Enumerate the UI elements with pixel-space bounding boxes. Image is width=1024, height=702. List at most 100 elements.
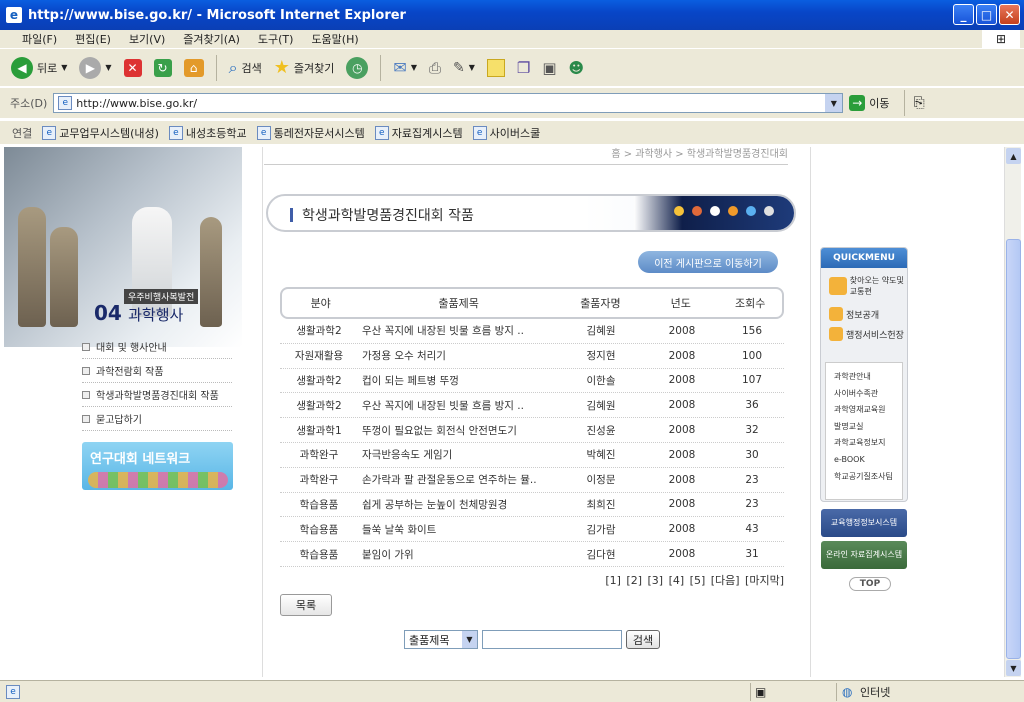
address-dropdown-icon[interactable]: ▼ bbox=[825, 94, 843, 112]
page-icon: e bbox=[256, 125, 271, 140]
link-label: 통레전자문서시스템 bbox=[273, 126, 365, 140]
link-item[interactable]: e 사이버스쿨 bbox=[472, 125, 540, 141]
cell-title[interactable]: 쉽게 공부하는 눈높이 천체망원경 bbox=[358, 497, 558, 512]
page-icon: e bbox=[168, 125, 183, 140]
favorites-button[interactable]: ★ 즐겨찾기 bbox=[271, 55, 338, 80]
link-item[interactable]: e 자료집계시스템 bbox=[374, 125, 463, 141]
search-button[interactable]: ⌕ 검색 bbox=[226, 56, 265, 80]
table-row[interactable]: 학습용품 쉽게 공부하는 눈높이 천체망원경 최희진 2008 23 bbox=[280, 493, 784, 518]
page-icon: e bbox=[42, 125, 57, 140]
quick-item-map[interactable]: 찾아오는 약도및교통편 bbox=[821, 268, 907, 304]
map-icon bbox=[829, 277, 847, 295]
cell-field: 학습용품 bbox=[299, 498, 339, 511]
cell-views: 23 bbox=[745, 498, 759, 511]
search-field-select[interactable]: 출품제목 ▼ bbox=[404, 630, 478, 649]
quick-link[interactable]: 과학교육정보지 bbox=[826, 435, 902, 452]
cell-title[interactable]: 컵이 되는 페트병 뚜껑 bbox=[358, 373, 558, 388]
section-number: 04 bbox=[94, 301, 122, 325]
cell-author: 정지현 bbox=[586, 350, 616, 363]
go-button[interactable]: → 이동 bbox=[849, 95, 890, 111]
home-button[interactable]: ⌂ bbox=[181, 57, 207, 79]
scroll-thumb[interactable] bbox=[1006, 239, 1021, 659]
quick-link[interactable]: 과학영재교육원 bbox=[826, 402, 902, 419]
links-label: 연결 bbox=[12, 126, 33, 140]
online-data-system-button[interactable]: 온라인 자료집계시스템 bbox=[821, 541, 907, 569]
forward-button[interactable]: ▶ ▼ bbox=[76, 55, 114, 81]
prev-board-button[interactable]: 이전 게시판으로 이동하기 bbox=[638, 251, 778, 273]
menu-view[interactable]: 보기(V) bbox=[129, 31, 165, 47]
quick-item-charter[interactable]: 행정서비스헌장 bbox=[821, 324, 907, 344]
quick-link[interactable]: 학교공기질조사팀 bbox=[826, 469, 902, 486]
messenger-button[interactable]: ☻ bbox=[566, 57, 588, 79]
edit-button[interactable]: ✎ ▼ bbox=[450, 58, 478, 78]
cell-title[interactable]: 뚜껑이 필요없는 회전식 안전면도기 bbox=[358, 423, 558, 438]
side-menu-item[interactable]: 묻고답하기 bbox=[82, 407, 232, 431]
table-row[interactable]: 학습용품 들쑥 날쑥 화이트 김가람 2008 43 bbox=[280, 517, 784, 543]
refresh-button[interactable]: ↻ bbox=[151, 57, 175, 79]
note-button[interactable] bbox=[484, 57, 508, 79]
link-item[interactable]: e 내성초등학교 bbox=[168, 125, 247, 141]
table-row[interactable]: 학습용품 붙임이 가위 김다현 2008 31 bbox=[280, 542, 784, 567]
table-row[interactable]: 과학완구 자극반응속도 게임기 박혜진 2008 30 bbox=[280, 443, 784, 468]
quick-link[interactable]: 과학관안내 bbox=[826, 369, 902, 386]
menu-favorites[interactable]: 즐겨찾기(A) bbox=[183, 31, 240, 47]
menu-file[interactable]: 파일(F) bbox=[22, 31, 57, 47]
scroll-up-icon[interactable]: ▲ bbox=[1006, 148, 1021, 164]
menu-tools[interactable]: 도구(T) bbox=[258, 31, 294, 47]
mail-button[interactable]: ✉ ▼ bbox=[390, 56, 420, 79]
cell-views: 107 bbox=[741, 374, 763, 387]
history-icon: ◷ bbox=[346, 56, 369, 79]
address-input[interactable]: e http://www.bise.go.kr/ ▼ bbox=[53, 93, 844, 113]
close-button[interactable]: ✕ bbox=[999, 4, 1020, 25]
quick-link[interactable]: e-BOOK bbox=[826, 452, 902, 469]
table-row[interactable]: 자원재활용 가정용 오수 처리기 정지현 2008 100 bbox=[280, 344, 784, 369]
table-row[interactable]: 생활과학2 우산 꼭지에 내장된 빗물 흐름 방지 .. 김혜원 2008 156 bbox=[280, 319, 784, 344]
maximize-button[interactable]: □ bbox=[976, 4, 997, 25]
history-button[interactable]: ◷ bbox=[343, 55, 371, 81]
cell-title[interactable]: 우산 꼭지에 내장된 빗물 흐름 방지 .. bbox=[358, 398, 558, 413]
quick-item-info[interactable]: 정보공개 bbox=[821, 304, 907, 324]
cell-title[interactable]: 손가락과 팔 관절운동으로 연주하는 뮬.. bbox=[358, 472, 558, 487]
edu-admin-system-button[interactable]: 교육행정정보시스템 bbox=[821, 509, 907, 537]
search-submit-button[interactable]: 검색 bbox=[626, 630, 660, 649]
side-menu: 대회 및 행사안내 과학전람회 작품 학생과학발명품경진대회 작품 묻고답하기 bbox=[82, 335, 232, 431]
pagination[interactable]: [1] [2] [3] [4] [5] [다음] [마지막] bbox=[280, 572, 784, 588]
favorites-label: 즐겨찾기 bbox=[293, 61, 335, 75]
research-button[interactable]: ❐ bbox=[514, 57, 533, 79]
cell-views: 30 bbox=[745, 448, 759, 461]
quick-link[interactable]: 사이버수족관 bbox=[826, 386, 902, 403]
stop-button[interactable]: ✕ bbox=[121, 57, 145, 79]
side-menu-item[interactable]: 학생과학발명품경진대회 작품 bbox=[82, 383, 232, 407]
side-menu-item[interactable]: 대회 및 행사안내 bbox=[82, 335, 232, 359]
list-button[interactable]: 목록 bbox=[280, 594, 332, 616]
network-banner[interactable]: 연구대회 네트워크 bbox=[82, 442, 233, 490]
cell-author: 김가람 bbox=[586, 523, 616, 536]
link-item[interactable]: e 교무업무시스템(내성) bbox=[42, 125, 159, 141]
table-row[interactable]: 생활과학2 컵이 되는 페트병 뚜껑 이한솔 2008 107 bbox=[280, 369, 784, 394]
side-menu-item[interactable]: 과학전람회 작품 bbox=[82, 359, 232, 383]
cell-title[interactable]: 들쑥 날쑥 화이트 bbox=[358, 522, 558, 537]
links-icon[interactable]: ⎘ bbox=[914, 95, 925, 111]
menu-help[interactable]: 도움말(H) bbox=[311, 31, 358, 47]
menu-edit[interactable]: 편집(E) bbox=[75, 31, 111, 47]
cell-title[interactable]: 붙임이 가위 bbox=[358, 547, 558, 562]
link-item[interactable]: e 통레전자문서시스템 bbox=[256, 125, 365, 141]
back-button[interactable]: ◀ 뒤로 ▼ bbox=[8, 55, 70, 81]
minimize-button[interactable]: _ bbox=[953, 4, 974, 25]
cell-title[interactable]: 우산 꼭지에 내장된 빗물 흐름 방지 .. bbox=[358, 323, 558, 338]
media-button[interactable]: ▣ bbox=[539, 57, 559, 79]
table-row[interactable]: 생활과학2 우산 꼭지에 내장된 빗물 흐름 방지 .. 김혜원 2008 36 bbox=[280, 393, 784, 419]
table-row[interactable]: 생활과학1 뚜껑이 필요없는 회전식 안전면도기 진성윤 2008 32 bbox=[280, 418, 784, 443]
top-button[interactable]: TOP bbox=[849, 577, 891, 591]
cell-title[interactable]: 가정용 오수 처리기 bbox=[358, 348, 558, 363]
table-header: 분야 출품제목 출품자명 년도 조회수 bbox=[280, 287, 784, 319]
cell-title[interactable]: 자극반응속도 게임기 bbox=[358, 447, 558, 462]
print-button[interactable]: ⎙ bbox=[426, 57, 444, 79]
table-row[interactable]: 과학완구 손가락과 팔 관절운동으로 연주하는 뮬.. 이정문 2008 23 bbox=[280, 468, 784, 493]
vertical-scrollbar[interactable]: ▲ ▼ bbox=[1004, 147, 1021, 677]
search-input[interactable] bbox=[482, 630, 622, 649]
scroll-down-icon[interactable]: ▼ bbox=[1006, 660, 1021, 676]
quick-link[interactable]: 발명교실 bbox=[826, 419, 902, 436]
search-label: 검색 bbox=[241, 61, 262, 75]
section-title: 04 과학행사 bbox=[94, 301, 183, 325]
